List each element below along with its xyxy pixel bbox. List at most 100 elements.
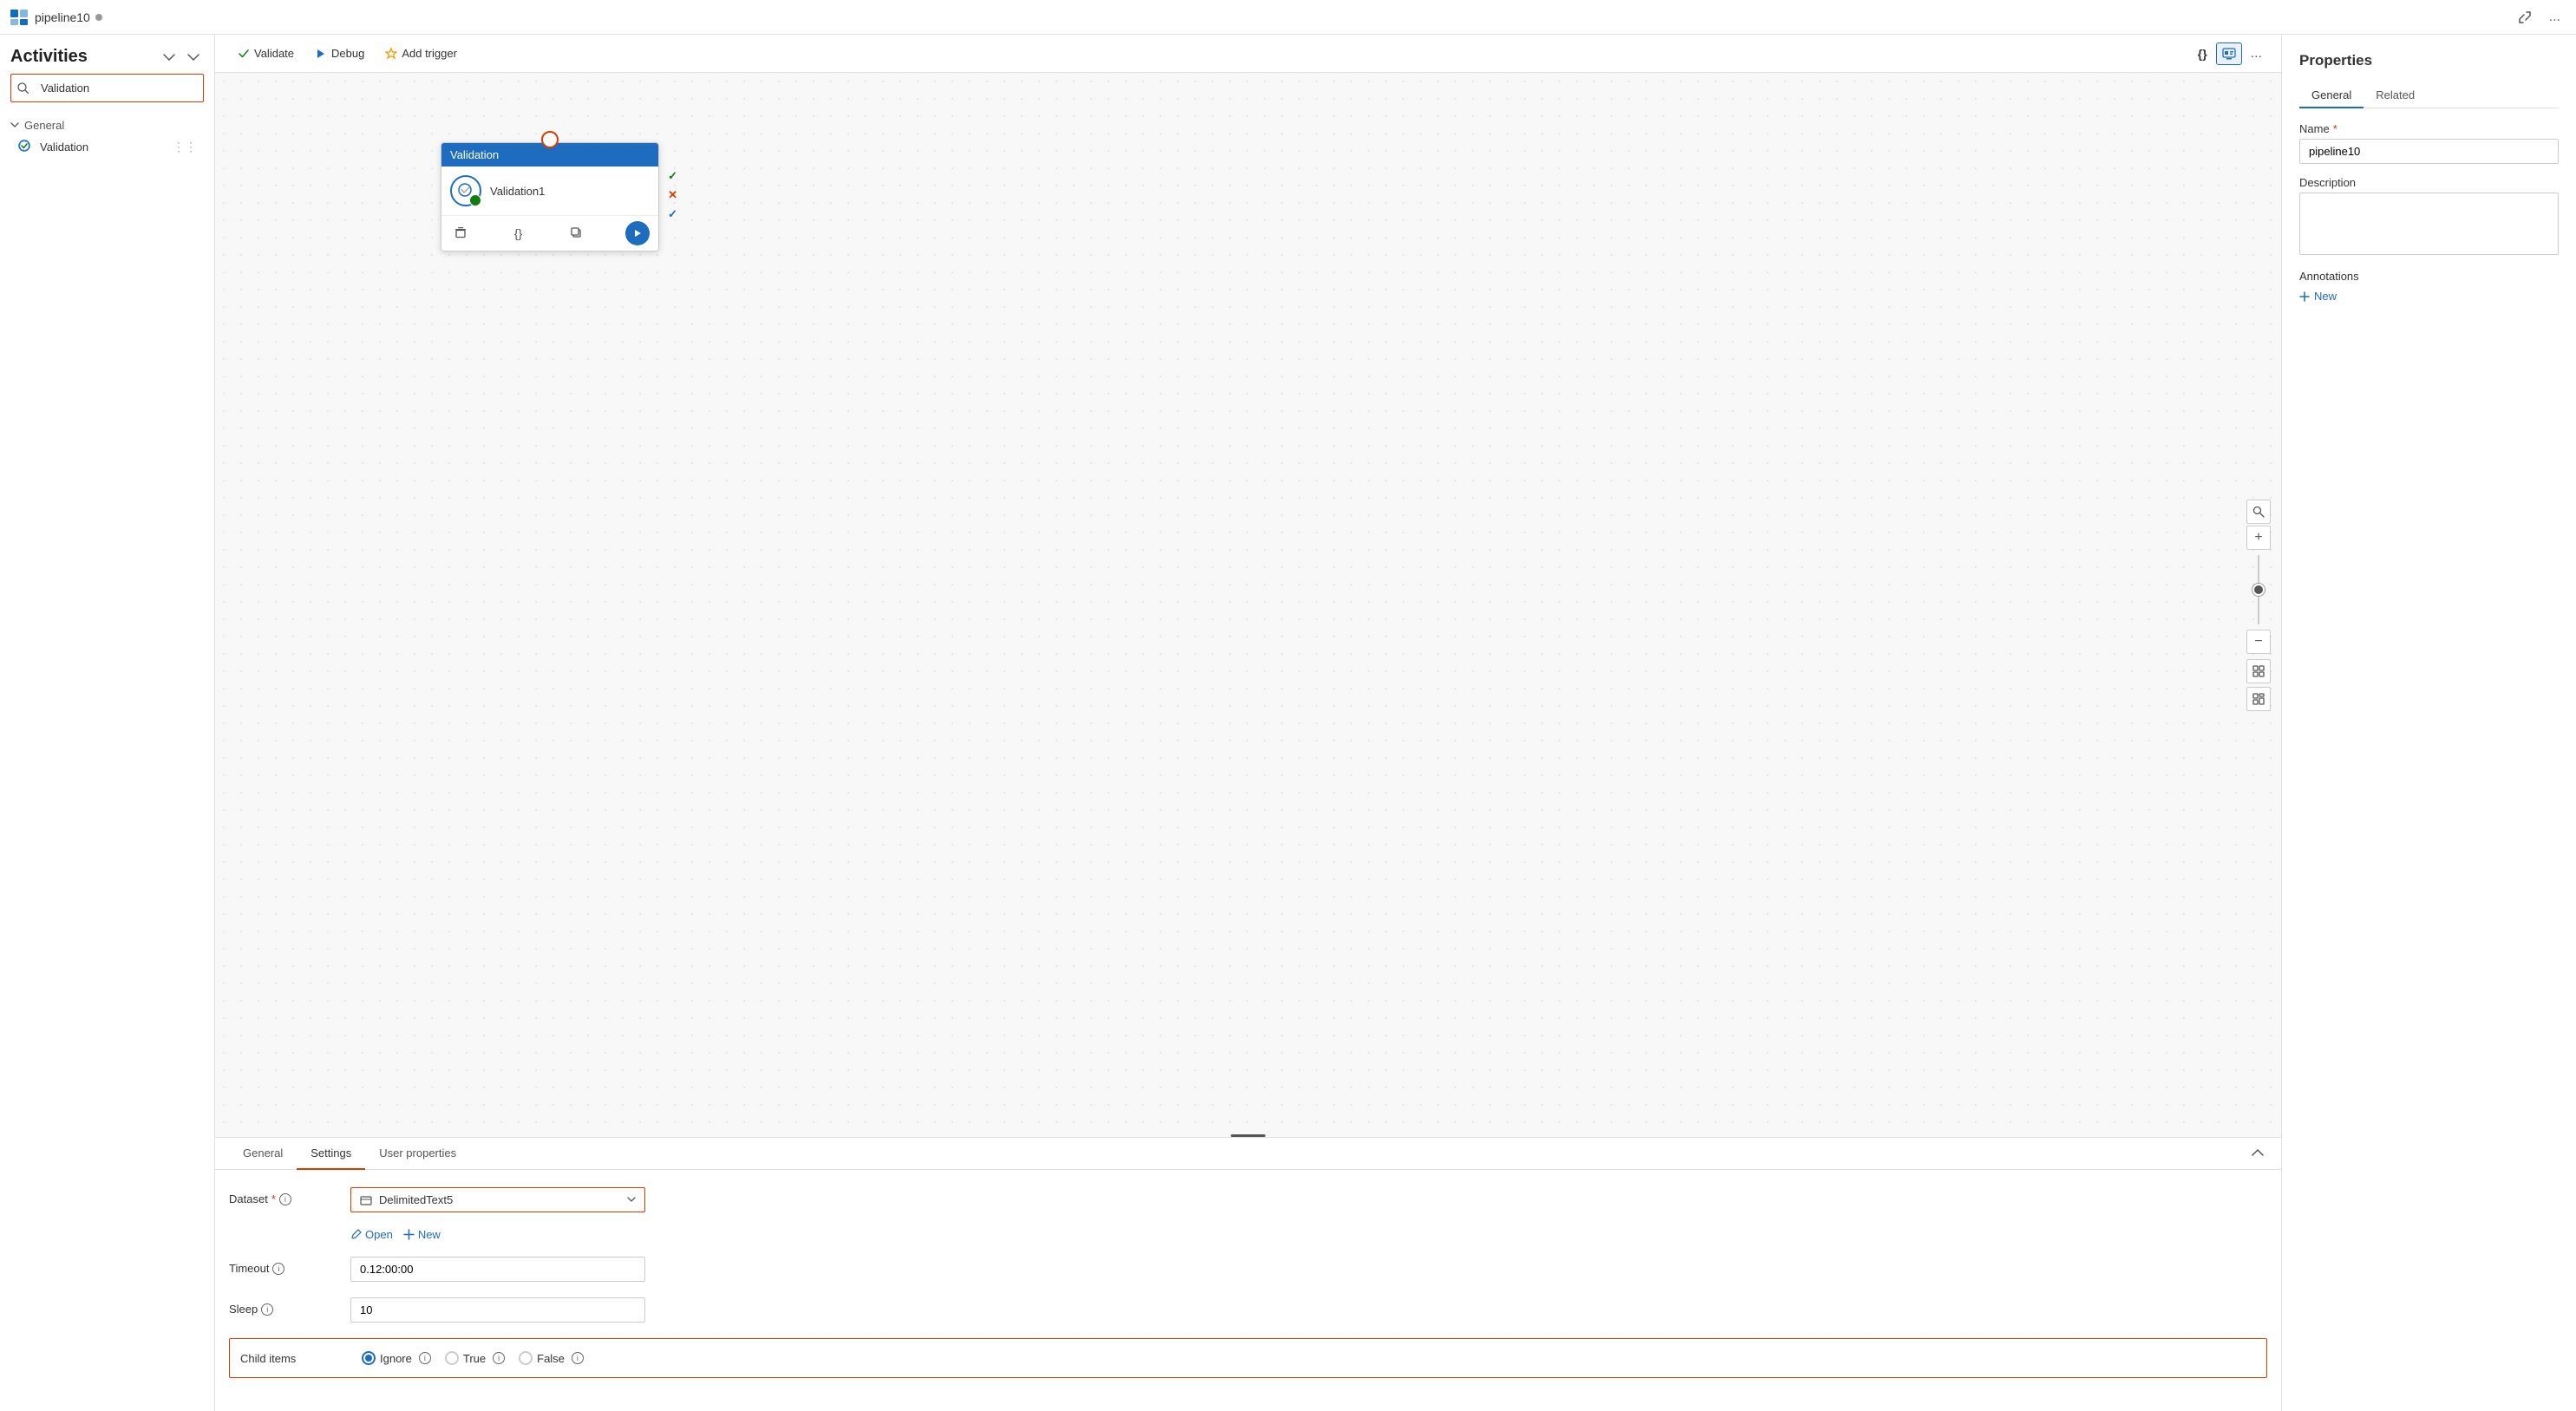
- radio-ignore-dot: [365, 1355, 372, 1362]
- child-items-true[interactable]: True i: [445, 1351, 505, 1365]
- zoom-plus-button[interactable]: +: [2246, 526, 2271, 550]
- zoom-controls: + −: [2246, 500, 2271, 711]
- name-required-star: *: [2333, 122, 2337, 135]
- canvas-drag-handle: [1231, 1134, 1265, 1137]
- sidebar-general-section: General Validation ⋮⋮: [0, 111, 214, 164]
- props-tab-related[interactable]: Related: [2364, 83, 2427, 108]
- name-field-label: Name *: [2299, 122, 2559, 135]
- monitor-icon: [2222, 47, 2236, 61]
- validation-icon: [17, 139, 33, 154]
- toolbar-right: {} ...: [2193, 42, 2267, 65]
- topbar-more-button[interactable]: ...: [2544, 6, 2566, 29]
- panel-collapse-button[interactable]: [2248, 1142, 2267, 1165]
- dataset-value: DelimitedText5: [379, 1193, 620, 1206]
- sleep-label: Sleep i: [229, 1297, 333, 1316]
- activity-node-name: Validation1: [490, 185, 545, 198]
- sidebar-item-left: Validation: [17, 139, 88, 154]
- drag-handle: ⋮⋮: [173, 140, 197, 154]
- sidebar-section-general[interactable]: General: [10, 116, 204, 134]
- child-items-false[interactable]: False i: [519, 1351, 584, 1365]
- tab-user-properties[interactable]: User properties: [365, 1138, 470, 1170]
- zoom-slider[interactable]: [2258, 555, 2259, 624]
- add-trigger-button[interactable]: Add trigger: [376, 42, 466, 64]
- zoom-minus-button[interactable]: −: [2246, 630, 2271, 654]
- sidebar-item-validation[interactable]: Validation ⋮⋮: [10, 134, 204, 159]
- debug-button[interactable]: Debug: [306, 42, 373, 64]
- open-dataset-button[interactable]: Open: [350, 1228, 393, 1241]
- timeout-info-icon[interactable]: i: [272, 1263, 284, 1275]
- properties-panel: Properties General Related Name * Descri…: [2281, 35, 2576, 1411]
- child-items-label: Child items: [240, 1352, 344, 1365]
- annotations-label: Annotations: [2299, 270, 2559, 283]
- sidebar-header: Activities: [0, 35, 214, 74]
- logo-icon: [10, 10, 29, 25]
- dataset-info-icon[interactable]: i: [279, 1193, 291, 1205]
- search-input[interactable]: [34, 77, 197, 99]
- false-info-icon[interactable]: i: [572, 1352, 584, 1364]
- dataset-control: DelimitedText5: [350, 1187, 645, 1212]
- monitor-button[interactable]: [2216, 42, 2242, 65]
- radio-true-label: True: [463, 1352, 486, 1365]
- tab-settings[interactable]: Settings: [297, 1138, 365, 1170]
- name-field: Name *: [2299, 122, 2559, 164]
- add-icon: [2299, 291, 2310, 302]
- dataset-label: Dataset * i: [229, 1187, 333, 1205]
- tab-general[interactable]: General: [229, 1138, 297, 1170]
- annotations-field: Annotations New: [2299, 270, 2559, 303]
- description-textarea[interactable]: [2299, 193, 2559, 255]
- activity-node-actions: {}: [441, 215, 658, 251]
- sleep-input[interactable]: [350, 1297, 645, 1323]
- edit-icon: [350, 1229, 362, 1240]
- activity-node-validation[interactable]: Validation Validation1: [441, 142, 659, 251]
- validate-button[interactable]: Validate: [229, 42, 303, 64]
- sidebar-item-label: Validation: [40, 140, 88, 154]
- validate-icon: [238, 48, 250, 60]
- radio-false-circle: [519, 1351, 533, 1365]
- center-area: Validate Debug Add trigger {}: [215, 35, 2281, 1411]
- bottom-panel-tabs: General Settings User properties: [215, 1138, 2281, 1170]
- node-delete-button[interactable]: [450, 224, 471, 244]
- sidebar-hide-btn[interactable]: [183, 51, 204, 63]
- child-items-ignore[interactable]: Ignore i: [362, 1351, 431, 1365]
- description-field: Description: [2299, 176, 2559, 258]
- node-side-indicators: ✓ ✕ ✓: [668, 169, 677, 221]
- true-info-icon[interactable]: i: [493, 1352, 505, 1364]
- timeout-input[interactable]: [350, 1257, 645, 1282]
- radio-ignore-circle: [362, 1351, 376, 1365]
- zoom-thumb: [2252, 584, 2265, 596]
- unsaved-dot: [95, 14, 102, 21]
- props-tab-general[interactable]: General: [2299, 83, 2364, 108]
- app-logo: pipeline10: [10, 10, 184, 25]
- properties-title: Properties: [2299, 52, 2559, 69]
- timeout-row: Timeout i: [229, 1257, 2267, 1282]
- new-dataset-button[interactable]: New: [403, 1228, 441, 1241]
- child-items-row: Child items Ignore i True: [229, 1338, 2267, 1378]
- sidebar-icons: [159, 51, 204, 63]
- name-input[interactable]: [2299, 139, 2559, 164]
- canvas-area[interactable]: Validation Validation1: [215, 73, 2281, 1137]
- code-button[interactable]: {}: [2193, 42, 2213, 65]
- dataset-dropdown[interactable]: DelimitedText5: [350, 1187, 645, 1212]
- add-annotation-button[interactable]: New: [2299, 290, 2337, 303]
- indicator-skip: ✓: [668, 207, 677, 221]
- description-field-label: Description: [2299, 176, 2559, 189]
- sleep-control: [350, 1297, 645, 1323]
- node-copy-button[interactable]: [566, 224, 586, 244]
- ignore-info-icon[interactable]: i: [419, 1352, 431, 1364]
- node-run-button[interactable]: [625, 221, 650, 245]
- radio-true-circle: [445, 1351, 459, 1365]
- node-code-button[interactable]: {}: [510, 224, 526, 243]
- zoom-search-button[interactable]: [2246, 500, 2271, 524]
- timeout-label: Timeout i: [229, 1257, 333, 1275]
- fit-button[interactable]: [2246, 659, 2271, 683]
- arrange-button[interactable]: [2246, 687, 2271, 711]
- toolbar-more-button[interactable]: ...: [2246, 42, 2267, 65]
- sleep-info-icon[interactable]: i: [261, 1303, 273, 1316]
- radio-ignore-label: Ignore: [380, 1352, 412, 1365]
- child-items-radio-group: Ignore i True i False i: [362, 1346, 584, 1370]
- expand-button[interactable]: [2513, 7, 2537, 28]
- bottom-panel: General Settings User properties Dataset…: [215, 1137, 2281, 1411]
- search-box[interactable]: [10, 74, 204, 102]
- open-new-row: Open New: [350, 1228, 2267, 1241]
- sidebar-collapse-btn[interactable]: [159, 51, 180, 63]
